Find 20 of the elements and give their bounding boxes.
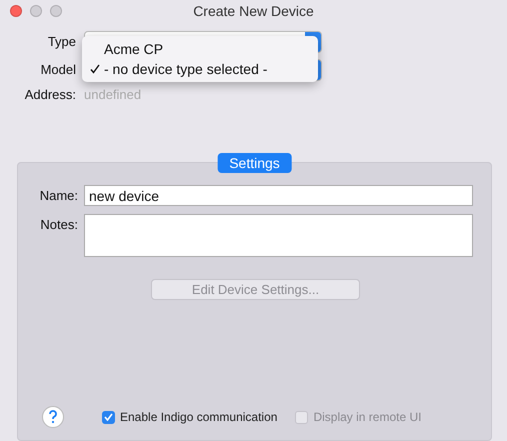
menu-item[interactable]: - no device type selected - [82, 59, 318, 79]
settings-tab[interactable]: Settings [217, 152, 292, 173]
notes-field[interactable] [84, 214, 473, 257]
zoom-button[interactable] [50, 5, 62, 18]
menu-item-label: - no device type selected - [104, 61, 268, 77]
address-value: undefined [84, 86, 142, 102]
notes-label: Notes: [39, 216, 78, 232]
checkmark-icon [104, 413, 113, 421]
window-title: Create New Device [192, 3, 315, 20]
menu-item-label: Acme CP [104, 41, 164, 57]
checkbox[interactable]: Enable Indigo communication [102, 410, 278, 424]
minimize-button[interactable] [30, 5, 42, 18]
name-field[interactable]: new device [84, 184, 473, 206]
help-icon[interactable] [42, 406, 64, 428]
model-label: Model [40, 62, 76, 78]
menu-item[interactable]: Acme CP [82, 39, 318, 59]
type-label: Type [46, 34, 76, 50]
address-label: Address: [24, 86, 76, 102]
name-label: Name: [38, 186, 78, 203]
close-button[interactable] [10, 5, 22, 18]
